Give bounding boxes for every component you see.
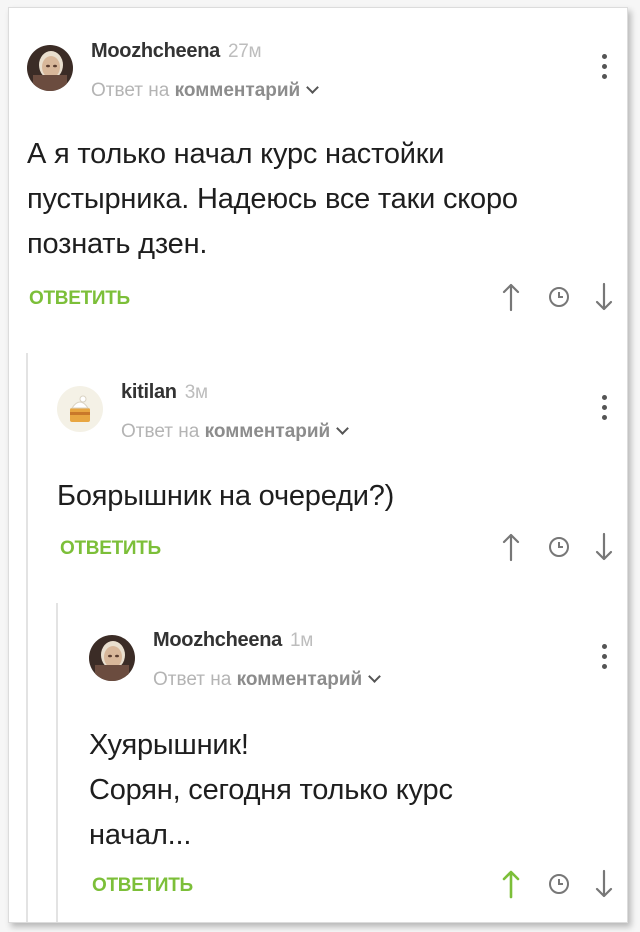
reply-to-prefix: Ответ на <box>153 669 232 690</box>
comment-actions <box>501 869 621 899</box>
comment-text-line: начал... <box>89 819 192 851</box>
comment-time: 1м <box>289 630 313 651</box>
comment-text-line: Сорян, сегодня только курс <box>89 774 453 806</box>
more-vertical-icon[interactable] <box>596 644 612 674</box>
chevron-down-icon[interactable] <box>368 670 382 683</box>
upvote-arrow-icon[interactable] <box>501 869 521 899</box>
reply-to-link[interactable]: Ответ на комментарий <box>153 669 382 691</box>
avatar-portrait-image <box>89 635 135 681</box>
author-name[interactable]: Moozhcheena <box>153 629 282 651</box>
comment-text-line: Хуярышник! <box>89 729 249 761</box>
avatar[interactable] <box>89 635 135 681</box>
comment-author[interactable]: Moozhcheena 1м <box>153 629 313 652</box>
downvote-arrow-icon[interactable] <box>594 869 614 899</box>
comment-body: Хуярышник! Сорян, сегодня только курс на… <box>89 723 619 858</box>
clock-icon[interactable] <box>548 873 570 895</box>
reply-to-target[interactable]: комментарий <box>237 669 363 690</box>
comment-3: Moozhcheena 1м Ответ на комментарий Хуяры… <box>9 8 627 922</box>
reply-button[interactable]: ОТВЕТИТЬ <box>92 875 193 897</box>
comment-thread: Moozhcheena 27м Ответ на комментарий А я … <box>8 7 628 923</box>
